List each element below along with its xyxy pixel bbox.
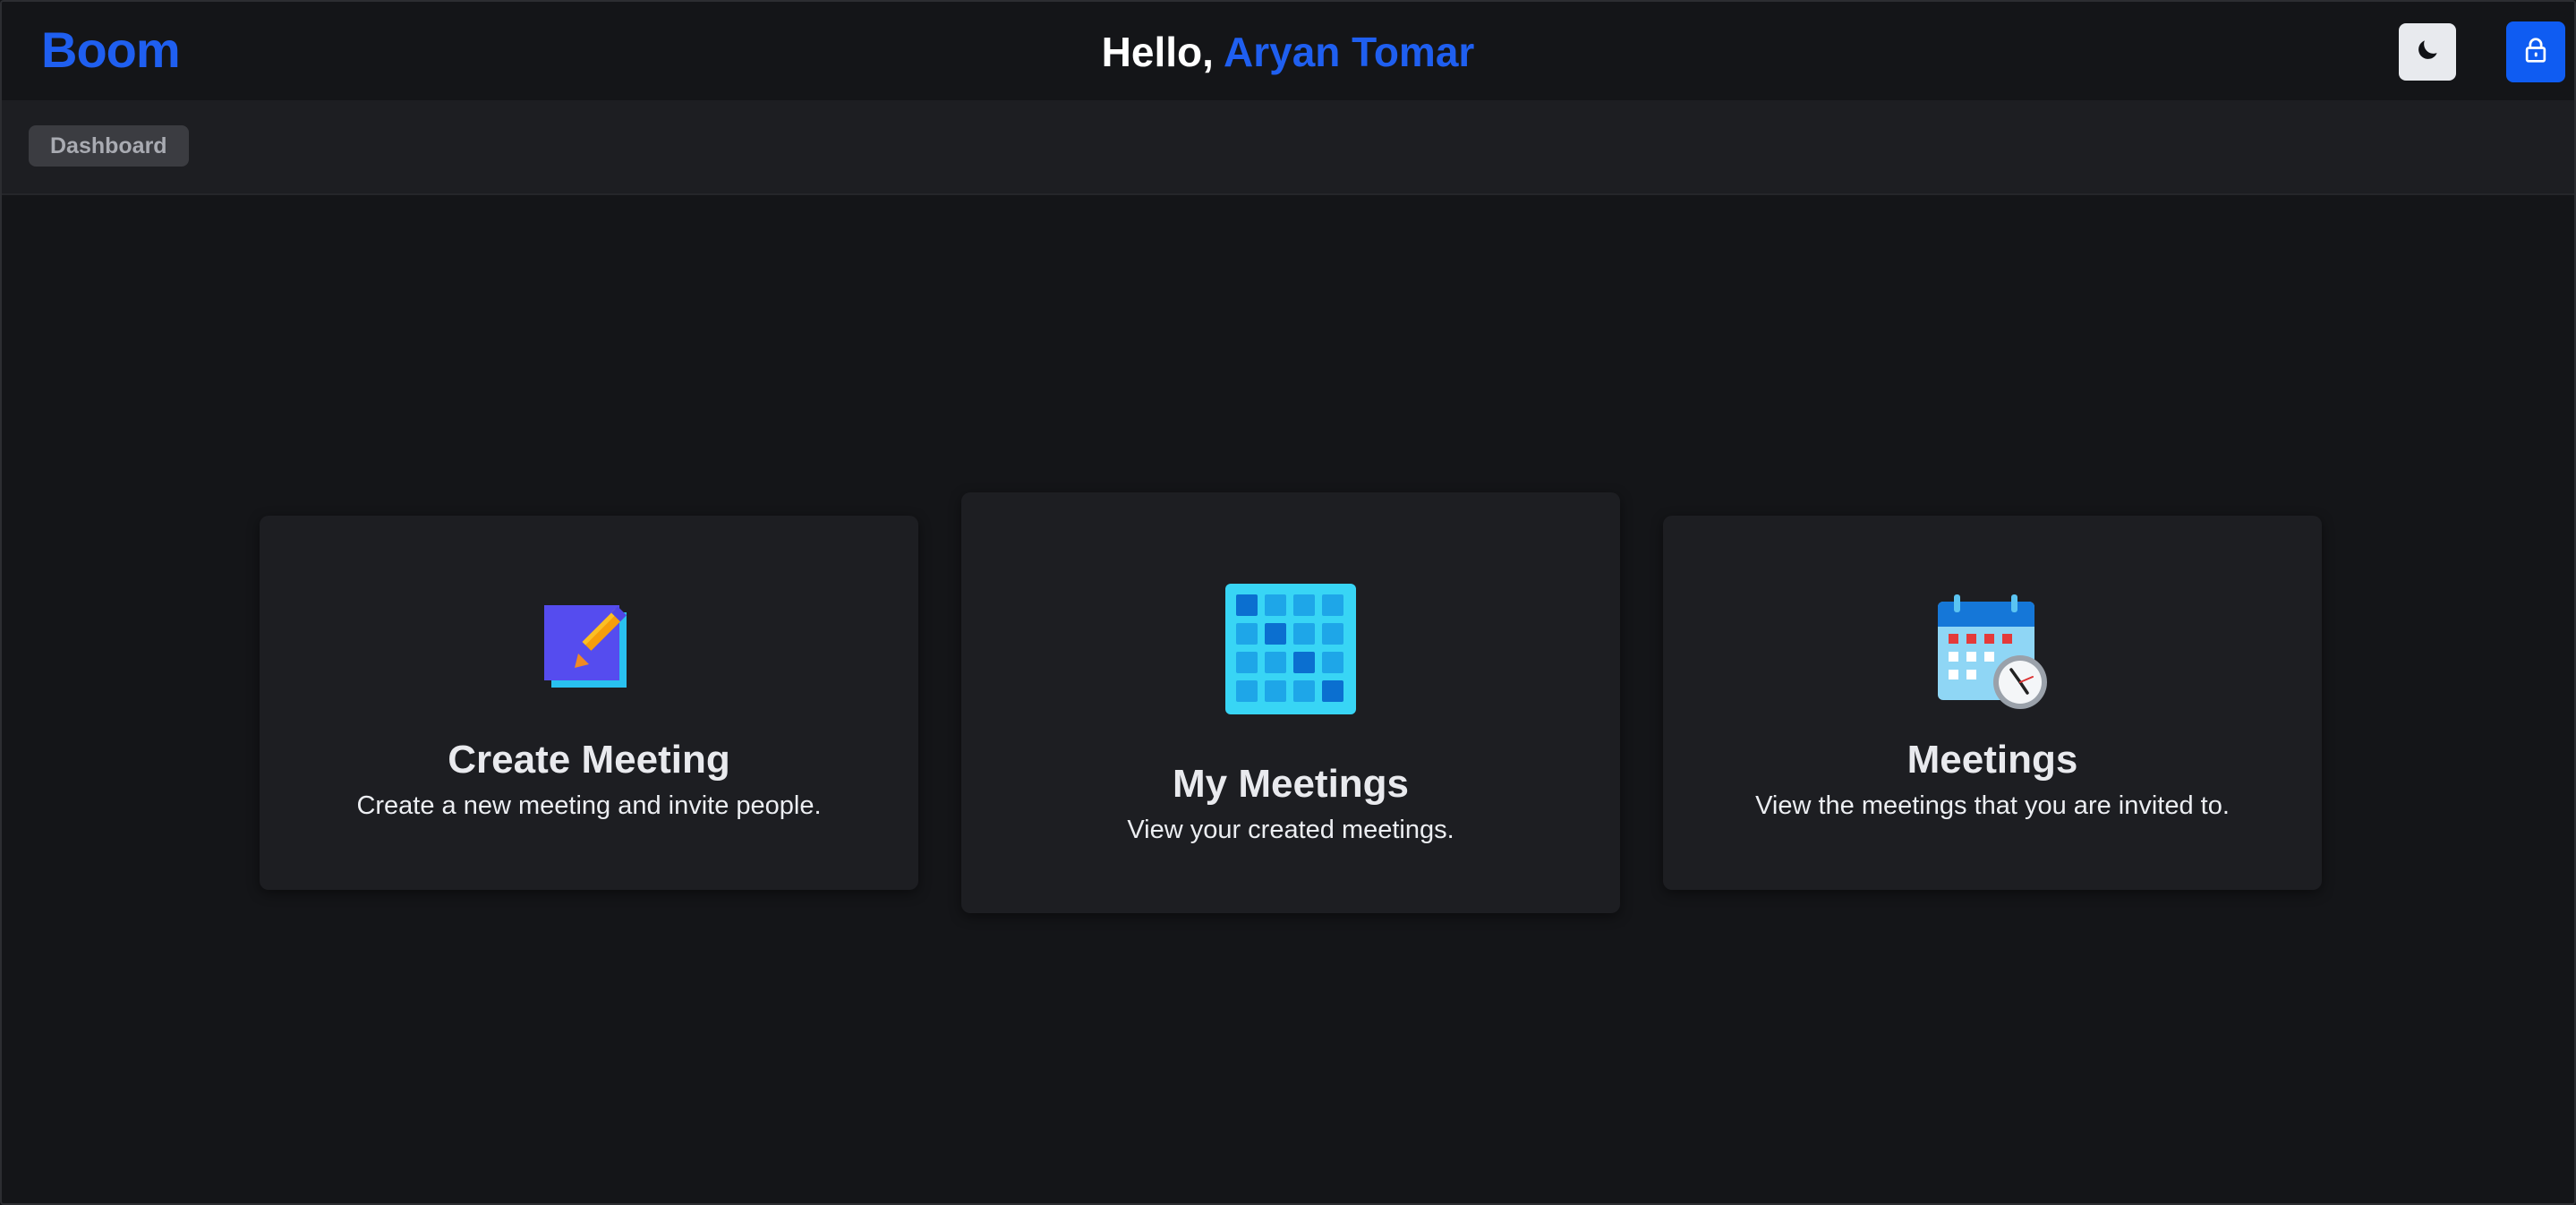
grid-cell [1322, 680, 1343, 702]
grid-cell [1293, 680, 1315, 702]
grid-cell [1265, 680, 1286, 702]
grid-cell [1322, 623, 1343, 645]
lock-button[interactable] [2506, 21, 2565, 82]
breadcrumb-bar: Dashboard [2, 100, 2574, 195]
meetings-card[interactable]: Meetings View the meetings that you are … [1663, 516, 2322, 890]
breadcrumb-dashboard[interactable]: Dashboard [29, 125, 189, 167]
my-meetings-card[interactable]: My Meetings View your created meetings. [961, 492, 1620, 913]
grid-cell [1293, 623, 1315, 645]
grid-cell [1236, 594, 1258, 616]
greeting: Hello, Aryan Tomar [2, 25, 2574, 79]
create-meeting-icon [260, 596, 918, 697]
grid-cell [1322, 594, 1343, 616]
grid-cell [1236, 680, 1258, 702]
create-meeting-card[interactable]: Create Meeting Create a new meeting and … [260, 516, 918, 890]
grid-cell [1236, 623, 1258, 645]
grid-cell [1265, 623, 1286, 645]
calendar-clock-icon [1663, 594, 2322, 711]
user-name: Aryan Tomar [1223, 29, 1475, 75]
grid-cell [1293, 594, 1315, 616]
app-window: Boom Hello, Aryan Tomar Dashboard Create… [0, 0, 2576, 1205]
moon-icon [2414, 37, 2441, 68]
lock-icon [2522, 36, 2549, 69]
my-meetings-grid-icon [961, 584, 1620, 714]
grid-cell [1265, 594, 1286, 616]
card-title: My Meetings [1172, 762, 1410, 806]
greeting-prefix: Hello, [1101, 29, 1214, 75]
card-description: View the meetings that you are invited t… [1755, 791, 2230, 820]
top-navbar: Boom Hello, Aryan Tomar [2, 2, 2574, 100]
grid-cell [1322, 652, 1343, 673]
card-title: Create Meeting [448, 738, 730, 782]
card-description: View your created meetings. [1127, 816, 1454, 844]
grid-cell [1236, 652, 1258, 673]
grid-cell [1293, 652, 1315, 673]
card-title: Meetings [1906, 738, 2078, 782]
grid-cell [1265, 652, 1286, 673]
card-description: Create a new meeting and invite people. [356, 791, 822, 820]
theme-toggle-button[interactable] [2399, 23, 2456, 81]
